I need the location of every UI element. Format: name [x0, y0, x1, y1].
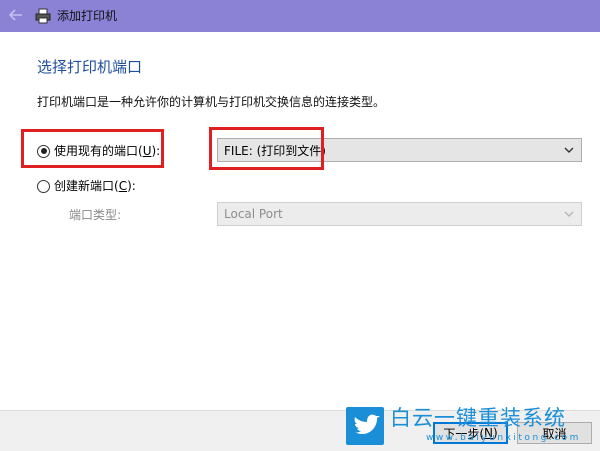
create-new-port-option[interactable]: 创建新端口(C): — [37, 178, 136, 194]
port-type-value: Local Port — [224, 207, 283, 221]
port-type-dropdown[interactable]: Local Port — [217, 202, 582, 226]
watermark: 白云一键重装系统 www.baiyunxitong.com — [346, 404, 596, 448]
create-new-port-label: 创建新端口(C): — [54, 179, 136, 193]
page-description: 打印机端口是一种允许你的计算机与打印机交换信息的连接类型。 — [37, 95, 386, 109]
back-arrow-icon[interactable] — [7, 6, 25, 24]
chevron-down-icon — [563, 143, 575, 157]
chevron-down-icon — [563, 207, 575, 221]
page-title: 选择打印机端口 — [37, 58, 143, 76]
printer-icon — [35, 8, 51, 24]
port-type-label: 端口类型: — [69, 208, 122, 222]
title-bar: 添加打印机 — [0, 0, 600, 32]
highlight-box-existing-port — [21, 129, 164, 168]
highlight-box-port-value — [209, 127, 324, 170]
watermark-title: 白云一键重装系统 — [390, 406, 566, 430]
bird-logo-icon — [346, 407, 384, 445]
create-new-port-radio[interactable] — [37, 179, 50, 193]
window-title: 添加打印机 — [57, 9, 118, 23]
watermark-url: www.baiyunxitong.com — [426, 433, 581, 443]
